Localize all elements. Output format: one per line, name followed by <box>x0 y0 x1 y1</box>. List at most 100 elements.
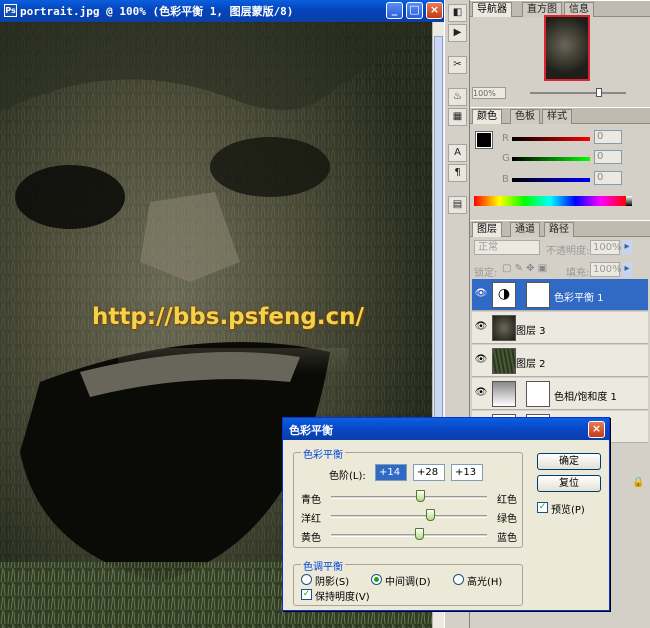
green-label: 绿色 <box>497 514 517 525</box>
maximize-button[interactable]: □ <box>406 2 423 19</box>
layer-name: 图层 2 <box>516 359 546 370</box>
yellow-label: 黄色 <box>301 533 321 544</box>
watermark-reflection <box>118 348 348 374</box>
zoom-slider-thumb[interactable] <box>596 88 602 97</box>
levels-label: 色阶(L): <box>329 471 366 482</box>
blend-mode-select[interactable]: 正常 <box>474 240 540 255</box>
tool-presets-icon[interactable]: ✂ <box>448 56 467 74</box>
level-cyan-red-field[interactable]: +14 <box>375 464 407 481</box>
layer-row-hue-saturation[interactable]: 👁 色相/饱和度 1 <box>472 378 648 410</box>
color-balance-dialog: 色彩平衡 × 色彩平衡 色阶(L): +14 +28 +13 青色 红色 洋红 … <box>282 417 610 611</box>
shadows-label[interactable]: 阴影(S) <box>315 573 349 588</box>
midtones-radio[interactable] <box>371 574 382 585</box>
actions-icon[interactable]: ▶ <box>448 24 467 42</box>
opacity-arrow-icon[interactable]: ▸ <box>622 240 632 255</box>
lock-label: 锁定: <box>474 268 498 279</box>
r-value-field[interactable]: 0 <box>594 130 622 144</box>
layer-comps-icon[interactable]: ▦ <box>448 108 467 126</box>
layer-row-layer-3[interactable]: 👁 图层 3 <box>472 312 648 344</box>
adjustment-layer-icon <box>492 381 516 407</box>
midtones-label[interactable]: 中间调(D) <box>385 573 431 588</box>
tab-channels[interactable]: 通道 <box>510 222 540 237</box>
tab-paths[interactable]: 路径 <box>544 222 574 237</box>
magenta-green-slider-thumb[interactable] <box>426 509 435 521</box>
reset-button[interactable]: 复位 <box>537 475 601 492</box>
preview-checkbox[interactable]: ✓ <box>537 502 548 513</box>
tone-balance-group-label: 色调平衡 <box>301 558 345 573</box>
lock-icons[interactable]: ▢ ✎ ✥ ▣ <box>502 263 547 274</box>
g-slider[interactable] <box>512 157 590 161</box>
layer-mask-thumbnail[interactable] <box>526 282 550 308</box>
zoom-slider[interactable] <box>530 92 626 94</box>
cyan-red-slider[interactable] <box>331 496 487 499</box>
preserve-luminosity-label[interactable]: 保持明度(V) <box>315 588 370 603</box>
r-slider[interactable] <box>512 137 590 141</box>
layer-row-layer-2[interactable]: 👁 图层 2 <box>472 345 648 377</box>
layer-thumbnail <box>492 315 516 341</box>
opacity-field[interactable]: 100% <box>590 240 622 255</box>
tab-styles[interactable]: 样式 <box>542 109 572 124</box>
dialog-titlebar[interactable]: 色彩平衡 × <box>283 418 609 440</box>
eye-icon[interactable]: 👁 <box>474 354 488 366</box>
color-tabrow: 颜色 色板 样式 <box>470 108 650 124</box>
level-magenta-green-field[interactable]: +28 <box>413 464 445 481</box>
watermark-text: http://bbs.psfeng.cn/ <box>92 304 364 330</box>
document-titlebar[interactable]: Ps portrait.jpg @ 100% (色彩平衡 1, 图层蒙版/8) … <box>0 0 444 22</box>
highlights-label[interactable]: 高光(H) <box>467 573 502 588</box>
tab-swatches[interactable]: 色板 <box>510 109 540 124</box>
photoshop-doc-icon: Ps <box>4 4 17 17</box>
dialog-close-button[interactable]: × <box>588 421 605 438</box>
paragraph-icon[interactable]: ¶ <box>448 164 467 182</box>
color-balance-group-label: 色彩平衡 <box>301 446 345 461</box>
layer-name: 色相/饱和度 1 <box>554 392 617 403</box>
spectrum-bar[interactable] <box>474 196 626 206</box>
foreground-color-swatch[interactable] <box>475 131 493 149</box>
yellow-blue-slider-thumb[interactable] <box>415 528 424 540</box>
fill-arrow-icon[interactable]: ▸ <box>622 262 632 277</box>
layer-row-color-balance[interactable]: 👁 ◑ 色彩平衡 1 <box>472 279 648 311</box>
level-yellow-blue-field[interactable]: +13 <box>451 464 483 481</box>
info-palette-icon[interactable]: ▤ <box>448 196 467 214</box>
fill-label: 填充: <box>566 268 590 279</box>
cyan-red-slider-thumb[interactable] <box>416 490 425 502</box>
red-label: 红色 <box>497 495 517 506</box>
preserve-luminosity-checkbox[interactable]: ✓ <box>301 589 312 600</box>
navigator-preview[interactable] <box>544 15 590 81</box>
yellow-blue-slider[interactable] <box>331 534 487 537</box>
b-label: B <box>502 174 509 185</box>
opacity-label: 不透明度: <box>546 246 590 257</box>
close-button[interactable]: × <box>426 2 443 19</box>
eye-icon[interactable]: 👁 <box>474 387 488 399</box>
shadows-radio[interactable] <box>301 574 312 585</box>
preview-label[interactable]: 预览(P) <box>551 501 585 516</box>
magenta-green-slider[interactable] <box>331 515 487 518</box>
magenta-label: 洋红 <box>301 514 321 525</box>
ok-button[interactable]: 确定 <box>537 453 601 470</box>
b-slider[interactable] <box>512 178 590 182</box>
brush-preset-icon[interactable]: ◧ <box>448 4 467 22</box>
navigator-panel: 导航器 直方图 信息 100% <box>470 0 650 100</box>
layer-name: 色彩平衡 1 <box>554 293 604 304</box>
layer-thumbnail <box>492 348 516 374</box>
layer-lock-icon: 🔒 <box>632 477 645 488</box>
eye-icon[interactable]: 👁 <box>474 288 488 300</box>
b-value-field[interactable]: 0 <box>594 171 622 185</box>
g-value-field[interactable]: 0 <box>594 150 622 164</box>
minimize-button[interactable]: _ <box>386 2 403 19</box>
fill-field[interactable]: 100% <box>590 262 622 277</box>
tab-color[interactable]: 颜色 <box>472 109 502 124</box>
dialog-title: 色彩平衡 <box>289 424 333 437</box>
highlights-radio[interactable] <box>453 574 464 585</box>
tab-navigator[interactable]: 导航器 <box>472 2 512 17</box>
character-icon[interactable]: A <box>448 144 467 162</box>
tab-layers[interactable]: 图层 <box>472 222 502 237</box>
layer-mask-thumbnail[interactable] <box>526 381 550 407</box>
history-icon[interactable]: ♨ <box>448 88 467 106</box>
navigator-zoom-field[interactable]: 100% <box>472 87 506 99</box>
eye-icon[interactable]: 👁 <box>474 321 488 333</box>
spectrum-bw[interactable] <box>626 196 632 206</box>
adjustment-layer-icon: ◑ <box>492 282 516 308</box>
color-panel: 颜色 色板 样式 R 0 G 0 B 0 <box>470 107 650 212</box>
layer-name: 图层 3 <box>516 326 546 337</box>
blue-label: 蓝色 <box>497 533 517 544</box>
